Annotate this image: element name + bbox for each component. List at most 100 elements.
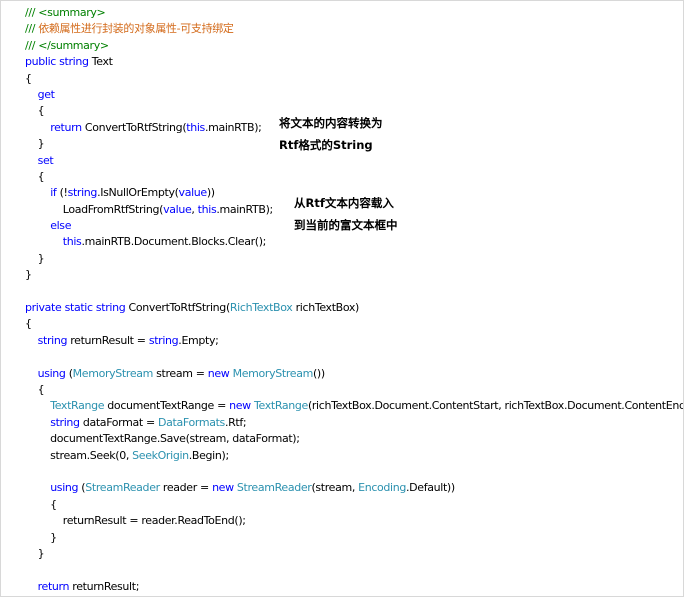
code-token: Text [88, 55, 113, 69]
code-line: } [25, 546, 683, 562]
code-token: { [25, 317, 32, 331]
code-line: documentTextRange.Save(stream, dataForma… [25, 431, 683, 447]
code-line: stream.Seek(0, SeekOrigin.Begin); [25, 448, 683, 464]
code-line: } [25, 530, 683, 546]
code-line: using (MemoryStream stream = new MemoryS… [25, 366, 683, 382]
code-token: dataFormat = [79, 415, 159, 429]
code-token: returnResult = [67, 333, 149, 347]
code-token: this [62, 235, 82, 249]
code-line: /// </summary> [25, 38, 683, 54]
code-token: string [148, 333, 179, 347]
code-token: 依赖属性进行封装的对象属性-可支持绑定 [38, 22, 234, 36]
code-token: this [186, 120, 205, 134]
code-token: set [37, 153, 54, 167]
code-token: .mainRTB.Document.Blocks.Clear(); [81, 235, 266, 249]
annotation-load-from-rtf: 从Rtf文本内容载入 到当前的富文本框中 [294, 192, 398, 236]
code-token: ConvertToRtfString( [81, 120, 187, 134]
code-token: LoadFromRtfString( [25, 202, 164, 216]
code-token: /// [25, 22, 39, 36]
code-token: string [50, 415, 80, 429]
code-token: (! [56, 186, 68, 200]
code-token: .Begin); [188, 448, 229, 462]
code-token: ConvertToRtfString( [125, 301, 231, 315]
code-token: .mainRTB); [204, 120, 262, 134]
code-line: } [25, 267, 683, 283]
code-token: (richTextBox.Document.ContentStart, rich… [307, 399, 684, 413]
code-line: /// 依赖属性进行封装的对象属性-可支持绑定 [25, 21, 683, 37]
code-token: string [95, 301, 126, 315]
code-token: } [25, 251, 45, 265]
code-token: this [197, 202, 217, 216]
code-token: ( [65, 366, 73, 380]
code-token: return [50, 120, 82, 134]
code-token: } [25, 546, 45, 560]
code-token: .Rtf; [224, 415, 247, 429]
code-token: )) [206, 186, 215, 200]
code-token: ()) [312, 366, 325, 380]
code-token: { [25, 104, 45, 118]
code-token: .IsNullOrEmpty( [97, 186, 179, 200]
code-token: new [212, 481, 234, 495]
code-token: StreamReader [236, 481, 312, 495]
code-token: static [64, 301, 93, 315]
code-token: } [25, 530, 57, 544]
code-line: /// <summary> [25, 5, 683, 21]
annotation-line: Rtf格式的String [279, 138, 373, 152]
code-token: else [50, 219, 72, 233]
code-token: documentTextRange.Save(stream, dataForma… [25, 432, 300, 446]
code-token: TextRange [50, 399, 105, 413]
code-token: TextRange [253, 399, 308, 413]
code-line: return returnResult; [25, 579, 683, 595]
code-token: documentTextRange = [104, 399, 230, 413]
screenshot-frame: /// <summary>/// 依赖属性进行封装的对象属性-可支持绑定/// … [0, 0, 684, 597]
code-token: MemoryStream [72, 366, 154, 380]
annotation-line: 将文本的内容转换为 [279, 116, 383, 130]
code-token: stream.Seek(0, [25, 448, 133, 462]
code-line: } [25, 251, 683, 267]
code-line: { [25, 71, 683, 87]
code-token: value [178, 186, 208, 200]
code-token: reader = [159, 481, 213, 495]
code-token: return [37, 579, 70, 593]
code-line: string returnResult = string.Empty; [25, 333, 683, 349]
code-line: { [25, 497, 683, 513]
code-token: richTextBox) [292, 301, 360, 315]
code-token: DataFormats [158, 415, 225, 429]
annotation-line: 到当前的富文本框中 [294, 218, 398, 232]
code-token: public [25, 55, 56, 69]
code-line: { [25, 169, 683, 185]
code-token: .mainRTB); [216, 202, 273, 216]
code-token: string [37, 333, 68, 347]
code-line: get [25, 87, 683, 103]
code-line: { [25, 382, 683, 398]
code-token: { [25, 169, 45, 183]
code-token: new [207, 366, 230, 380]
code-block: /// <summary>/// 依赖属性进行封装的对象属性-可支持绑定/// … [25, 5, 684, 595]
code-token: private [25, 301, 62, 315]
code-line: private static string ConvertToRtfString… [25, 300, 683, 316]
code-line: TextRange documentTextRange = new TextRa… [25, 398, 684, 414]
code-token: returnResult; [69, 579, 140, 593]
code-token: value [163, 202, 192, 216]
code-token: SeekOrigin [132, 448, 189, 462]
code-line: string dataFormat = DataFormats.Rtf; [25, 415, 683, 431]
code-token: Encoding [358, 481, 407, 495]
code-token: /// </summary> [25, 38, 109, 52]
code-line: public string Text [25, 54, 683, 70]
code-token: { [25, 71, 32, 85]
code-token: (stream, [311, 481, 359, 495]
